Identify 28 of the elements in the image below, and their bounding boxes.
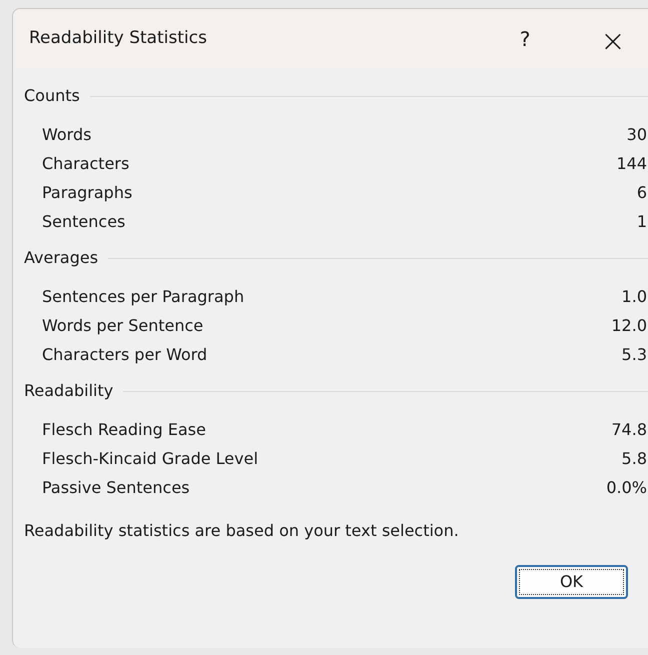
note-text: Readability statistics are based on your text selection. [23,520,460,542]
section-heading: Averages [24,247,98,269]
stat-label: Characters per Word [42,344,208,366]
help-button[interactable]: ? [502,19,548,59]
stat-value: 12.0 [611,314,647,336]
stat-value: 1.0 [622,286,647,308]
stat-label: Paragraphs [42,182,132,204]
stat-label: Sentences per Paragraph [42,286,244,308]
stat-label: Flesch Reading Ease [42,418,206,440]
stat-label: Words per Sentence [42,314,204,336]
stat-value: 6 [636,182,647,204]
stat-value: 74.8 [611,418,647,440]
window-title: Readability Statistics [29,27,208,50]
stat-label: Words [42,124,92,146]
stat-label: Flesch-Kincaid Grade Level [42,448,258,470]
close-button[interactable]: × [590,19,636,59]
stat-value: 144 [616,152,647,174]
stat-value: 30 [626,124,647,146]
stat-value: 0.0% [606,476,647,498]
section-heading: Readability [24,380,114,402]
stat-value: 5.8 [622,448,647,470]
stat-label: Passive Sentences [42,476,190,498]
stat-value: 5.3 [622,344,647,366]
stat-label: Sentences [42,210,126,232]
stat-label: Characters [42,152,130,174]
ok-button[interactable]: OK [515,565,628,599]
section-heading: Counts [24,85,80,107]
stat-value: 1 [636,210,647,232]
